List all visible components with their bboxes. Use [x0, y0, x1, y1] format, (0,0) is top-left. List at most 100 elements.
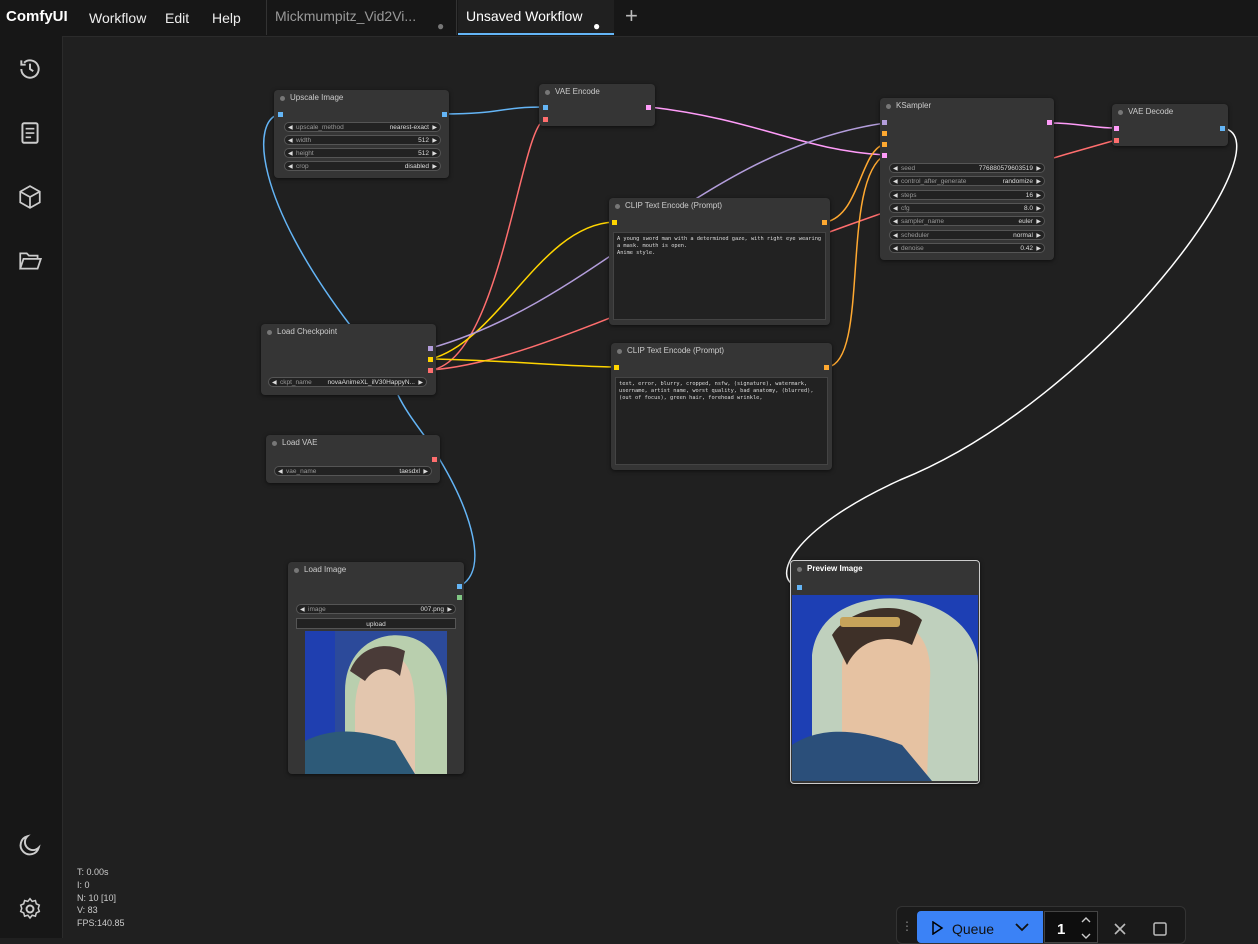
queue-bar: ⋮ Queue 1: [896, 906, 1186, 944]
unsaved-dot-icon: ●: [437, 19, 445, 33]
output-slot-conditioning[interactable]: [822, 220, 827, 225]
node-clip-text-encode-negative[interactable]: CLIP Text Encode (Prompt) text, error, b…: [611, 343, 832, 470]
widget-height[interactable]: ◀ height 512 ▶: [284, 148, 441, 158]
widget-denoise[interactable]: ◀ denoise 0.42 ▶: [889, 243, 1045, 253]
prompt-textarea[interactable]: text, error, blurry, cropped, nsfw, (sig…: [615, 377, 828, 465]
increment-icon[interactable]: [1081, 916, 1091, 924]
stop-icon[interactable]: [1153, 922, 1167, 936]
node-preview-image[interactable]: Preview Image: [790, 560, 980, 784]
node-load-vae[interactable]: Load VAE ◀ vae_name taesdxl ▶: [266, 435, 440, 483]
app-brand: ComfyUI: [6, 8, 68, 25]
node-load-image[interactable]: Load Image ◀ image 007.png ▶ upload: [288, 562, 464, 774]
input-slot-latent[interactable]: [882, 153, 887, 158]
widget-seed[interactable]: ◀ seed 776880579603519 ▶: [889, 163, 1045, 173]
cube-icon[interactable]: [17, 184, 43, 210]
stat-v: V: 83: [77, 905, 98, 916]
output-slot-image[interactable]: [1220, 126, 1225, 131]
widget-cfg[interactable]: ◀ cfg 8.0 ▶: [889, 203, 1045, 213]
output-slot-model[interactable]: [428, 346, 433, 351]
output-slot-clip[interactable]: [428, 357, 433, 362]
widget-width[interactable]: ◀ width 512 ▶: [284, 135, 441, 145]
stat-i: I: 0: [77, 879, 90, 890]
input-slot-vae[interactable]: [543, 117, 548, 122]
widget-sampler-name[interactable]: ◀ sampler_name euler ▶: [889, 216, 1045, 226]
input-slot-negative[interactable]: [882, 142, 887, 147]
node-title: KSampler: [880, 98, 1054, 114]
widget-crop[interactable]: ◀ crop disabled ▶: [284, 161, 441, 171]
batch-count-value: 1: [1057, 921, 1066, 938]
input-slot-model[interactable]: [882, 120, 887, 125]
chevron-down-icon[interactable]: [1015, 922, 1029, 932]
output-slot-vae[interactable]: [432, 457, 437, 462]
widget-ckpt-name[interactable]: ◀ ckpt_name novaAnimeXL_ilV30HappyN... ▶: [268, 377, 427, 387]
top-bar: ComfyUI Workflow Edit Help Mickmumpitz_V…: [0, 0, 1258, 37]
input-slot-samples[interactable]: [1114, 126, 1119, 131]
node-title: Load VAE: [266, 435, 440, 451]
menu-edit[interactable]: Edit: [165, 10, 189, 26]
queue-button[interactable]: Queue: [917, 911, 1043, 943]
new-tab-plus-icon[interactable]: +: [625, 3, 638, 29]
widget-control-after-generate[interactable]: ◀ control_after_generate randomize ▶: [889, 176, 1045, 186]
input-slot-clip[interactable]: [612, 220, 617, 225]
widget-steps[interactable]: ◀ steps 16 ▶: [889, 190, 1045, 200]
close-icon[interactable]: [1113, 922, 1127, 936]
output-slot-image[interactable]: [442, 112, 447, 117]
output-slot-latent[interactable]: [646, 105, 651, 110]
tab-label: Mickmumpitz_Vid2Vi...: [275, 8, 417, 24]
node-title: VAE Decode: [1112, 104, 1228, 120]
input-slot-pixels[interactable]: [543, 105, 548, 110]
queue-label: Queue: [952, 921, 995, 937]
moon-icon[interactable]: [17, 832, 43, 858]
book-icon[interactable]: [17, 120, 43, 146]
decrement-icon[interactable]: [1081, 932, 1091, 940]
folder-open-icon[interactable]: [17, 248, 43, 274]
node-title: VAE Encode: [539, 84, 655, 100]
input-slot-vae[interactable]: [1114, 138, 1119, 143]
batch-count-input[interactable]: 1: [1044, 911, 1098, 943]
output-slot-mask[interactable]: [457, 595, 462, 600]
tab-mickmumpitz[interactable]: Mickmumpitz_Vid2Vi... ●: [266, 0, 457, 35]
history-icon[interactable]: [17, 56, 43, 82]
node-load-checkpoint[interactable]: Load Checkpoint ◀ ckpt_name novaAnimeXL_il…: [261, 324, 436, 395]
widget-upscale-method[interactable]: ◀ upscale_method nearest-exact ▶: [284, 122, 441, 132]
input-slot-positive[interactable]: [882, 131, 887, 136]
node-vae-decode[interactable]: VAE Decode: [1112, 104, 1228, 146]
widget-scheduler[interactable]: ◀ scheduler normal ▶: [889, 230, 1045, 240]
node-title: CLIP Text Encode (Prompt): [611, 343, 832, 359]
canvas-stats: T: 0.00s I: 0 N: 10 [10] V: 83 FPS:140.8…: [77, 866, 125, 930]
prompt-textarea[interactable]: A young sword man with a determined gaze…: [613, 232, 826, 320]
menu-workflow[interactable]: Workflow: [89, 10, 146, 26]
unsaved-dot-icon: ●: [593, 19, 601, 33]
drag-handle-icon[interactable]: ⋮: [901, 919, 913, 933]
gear-icon[interactable]: [17, 896, 43, 922]
node-ksampler[interactable]: KSampler ◀ seed 776880579603519 ▶ ◀ control_…: [880, 98, 1054, 260]
node-clip-text-encode-positive[interactable]: CLIP Text Encode (Prompt) A young sword …: [609, 198, 830, 325]
sidebar: [0, 36, 63, 938]
stat-fps: FPS:140.85: [77, 918, 125, 929]
node-title: Load Checkpoint: [261, 324, 436, 340]
widget-vae-name[interactable]: ◀ vae_name taesdxl ▶: [274, 466, 432, 476]
preview-output-image: [792, 595, 978, 781]
input-image-thumbnail: [305, 631, 447, 774]
node-vae-encode[interactable]: VAE Encode: [539, 84, 655, 126]
widget-image[interactable]: ◀ image 007.png ▶: [296, 604, 456, 614]
output-slot-image[interactable]: [457, 584, 462, 589]
node-upscale-image[interactable]: Upscale Image ◀ upscale_method nearest-exa…: [274, 90, 449, 178]
output-slot-conditioning[interactable]: [824, 365, 829, 370]
upload-button[interactable]: upload: [296, 618, 456, 629]
output-slot-vae[interactable]: [428, 368, 433, 373]
stat-nodes: N: 10 [10]: [77, 892, 117, 903]
menu-help[interactable]: Help: [212, 10, 241, 26]
input-slot-image[interactable]: [278, 112, 283, 117]
node-title: Preview Image: [791, 561, 979, 577]
play-icon: [932, 921, 944, 935]
stat-time: T: 0.00s: [77, 867, 109, 877]
input-slot-clip[interactable]: [614, 365, 619, 370]
node-title: CLIP Text Encode (Prompt): [609, 198, 830, 214]
tab-label: Unsaved Workflow: [466, 8, 583, 24]
node-title: Upscale Image: [274, 90, 449, 106]
output-slot-latent[interactable]: [1047, 120, 1052, 125]
tab-unsaved-workflow[interactable]: Unsaved Workflow ●: [458, 0, 614, 35]
node-title: Load Image: [288, 562, 464, 578]
input-slot-images[interactable]: [797, 585, 802, 590]
